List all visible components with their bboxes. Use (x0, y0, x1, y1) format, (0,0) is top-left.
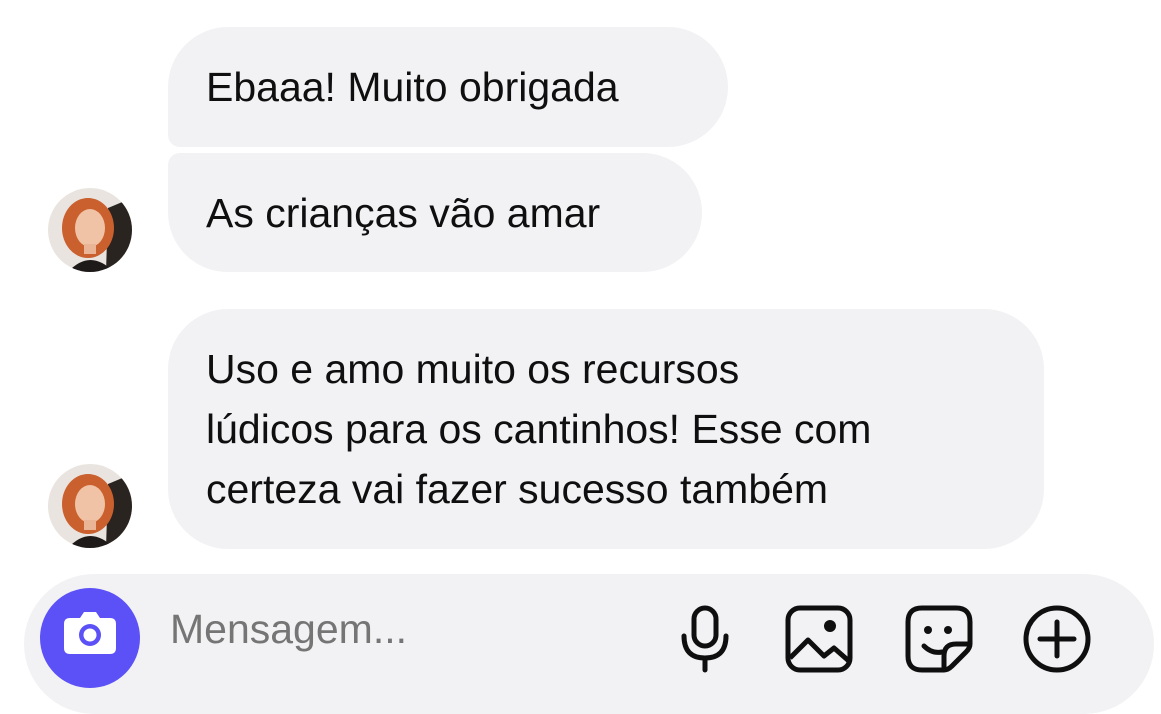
message-text-line: certeza vai fazer sucesso também (206, 466, 829, 512)
message-text-line: Uso e amo muito os recursos (206, 346, 740, 392)
message-text: As crianças vão amar (206, 189, 601, 236)
sticker-button[interactable] (904, 604, 974, 674)
avatar[interactable] (48, 188, 132, 272)
sticker-icon (905, 605, 973, 673)
camera-button[interactable] (40, 588, 140, 688)
image-icon (785, 605, 853, 673)
microphone-button[interactable] (670, 604, 740, 674)
message-text-line: lúdicos para os cantinhos! Esse com (206, 406, 872, 452)
camera-icon (64, 612, 116, 654)
microphone-icon (681, 605, 729, 673)
message-bubble[interactable]: Uso e amo muito os recursos lúdicos para… (168, 309, 1044, 549)
avatar[interactable] (48, 464, 132, 548)
message-input[interactable] (170, 606, 630, 653)
more-options-button[interactable] (1022, 604, 1092, 674)
message-bubble[interactable]: Ebaaa! Muito obrigada (168, 27, 728, 147)
plus-icon (1023, 605, 1091, 673)
gallery-button[interactable] (784, 604, 854, 674)
message-text: Ebaaa! Muito obrigada (206, 64, 619, 110)
message-bubble[interactable]: As crianças vão amar (168, 153, 702, 272)
